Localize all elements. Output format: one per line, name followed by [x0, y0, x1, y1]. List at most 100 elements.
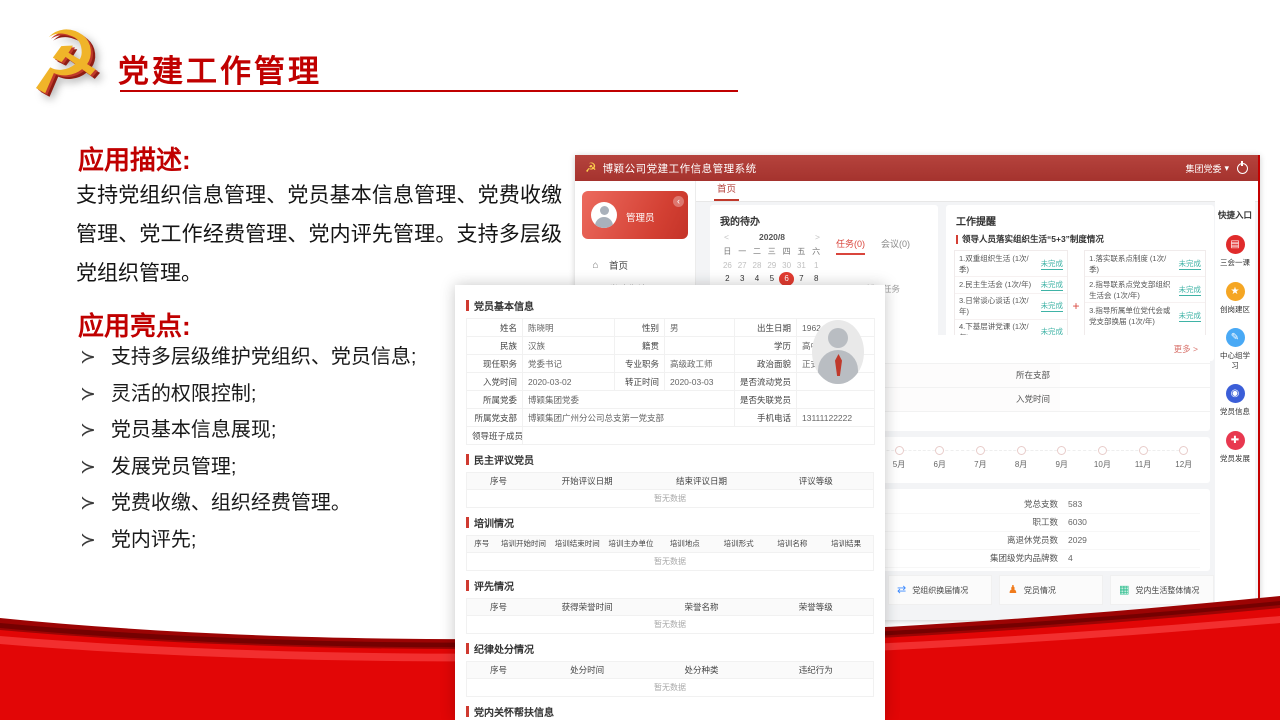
highlight-item: ≻ 党费收缴、组织经费管理。: [80, 492, 510, 515]
statistic-value: 2029: [1068, 532, 1087, 549]
statistic-label: 集团级党内品牌数: [960, 550, 1068, 567]
basic-info-title-text: 党员基本信息: [474, 298, 534, 313]
calendar-next-button[interactable]: >: [815, 232, 820, 242]
timeline-month-label: 8月: [1001, 459, 1042, 470]
tab-meetings[interactable]: 会议(0): [881, 237, 910, 255]
quick-entry-title: 快捷入口: [1215, 200, 1255, 221]
reminder-item-status[interactable]: 未完成: [1179, 310, 1202, 322]
calendar-day-current[interactable]: 5: [764, 272, 779, 286]
page-title: 党建工作管理: [118, 46, 322, 91]
reminder-item-status[interactable]: 未完成: [1179, 284, 1202, 296]
statistic-value: 4: [1068, 550, 1073, 567]
quick-entry-label: 党员信息: [1220, 407, 1250, 417]
table-col-header: 培训结束时间: [550, 536, 604, 552]
table-col-header: 开始评议日期: [530, 473, 644, 489]
calendar-day-current[interactable]: 4: [750, 272, 765, 286]
reminder-item-status[interactable]: 未完成: [1041, 258, 1064, 270]
calendar-dow: 一: [735, 245, 750, 259]
quick-entry-item[interactable]: ★ 创岗建区: [1217, 282, 1253, 315]
quick-entry-item[interactable]: ▤ 三会一课: [1217, 235, 1253, 268]
sidebar-menu-item[interactable]: ⌂ 首页: [590, 253, 691, 277]
timeline-dot-icon: [1139, 446, 1148, 455]
table-col-header: 培训地点: [658, 536, 712, 552]
quick-entry-icon: ▤: [1226, 235, 1245, 254]
empty-data-text: 暂无数据: [466, 490, 874, 508]
reminder-item: 3.指导所属单位党代会或党支部换届 (1次/年) 未完成: [1085, 303, 1205, 328]
reminder-item-label: 2.指导联系点党支部组织生活会 (1次/年): [1089, 279, 1175, 301]
empty-data-text: 暂无数据: [466, 679, 874, 697]
calendar-day-current[interactable]: 7: [794, 272, 809, 286]
tab-tasks[interactable]: 任务(0): [836, 237, 865, 255]
reminder-item: 1.双重组织生活 (1次/季) 未完成: [955, 251, 1067, 277]
calendar-day-current[interactable]: 8: [809, 272, 824, 286]
calendar-day-current[interactable]: 2: [720, 272, 735, 286]
field-value: 博颖集团广州分公司总支第一党支部: [523, 409, 735, 427]
slide: ☭ 党建工作管理 应用描述: 支持党组织信息管理、党员基本信息管理、党费收缴管理…: [0, 0, 1280, 720]
calendar-day[interactable]: 31: [794, 259, 809, 273]
calendar-day[interactable]: 27: [735, 259, 750, 273]
reminder-item-status[interactable]: 未完成: [1041, 279, 1064, 291]
quick-entry-icon: ✚: [1226, 431, 1245, 450]
bullet-arrow-icon: ≻: [80, 383, 96, 406]
timeline-dot-icon: [1057, 446, 1066, 455]
app-title: 博颖公司党建工作信息管理系统: [603, 161, 757, 176]
quick-entry-item[interactable]: ◉ 党员信息: [1217, 384, 1253, 417]
calendar-day-current[interactable]: 6: [779, 272, 794, 286]
highlight-text: 发展党员管理;: [111, 456, 237, 479]
table-col-header: 培训开始时间: [497, 536, 551, 552]
field-label: 所属党委: [467, 391, 523, 409]
table-header: 序号获得荣誉时间荣誉名称荣誉等级: [466, 598, 874, 616]
section-title: 党内关怀帮扶信息: [474, 704, 554, 719]
calendar-week2: 2345678: [720, 272, 824, 286]
more-link[interactable]: 更多 >: [1174, 343, 1198, 355]
calendar-dow: 二: [750, 245, 765, 259]
reminder-item-status[interactable]: 未完成: [1179, 258, 1202, 270]
reminder-item-label: 2.民主生活会 (1次/年): [959, 279, 1031, 290]
user-menu[interactable]: 集团党委 ▾: [1185, 162, 1229, 175]
timeline-dot-icon: [895, 446, 904, 455]
calendar-day-current[interactable]: 3: [735, 272, 750, 286]
highlight-item: ≻ 发展党员管理;: [80, 456, 510, 479]
section-discipline: 纪律处分情况 序号处分时间处分种类违纪行为 暂无数据: [466, 641, 874, 697]
sidebar-collapse-button[interactable]: ‹: [673, 196, 684, 207]
member-detail-screenshot: 党员基本信息 姓名 陈晓明 性别 男 出生日期 1962-06-09 民族 汉族…: [455, 285, 885, 720]
field-label: 入党时间: [467, 373, 523, 391]
reminder-item: 2.民主生活会 (1次/年) 未完成: [955, 277, 1067, 294]
reminder-item: 2.指导联系点党支部组织生活会 (1次/年) 未完成: [1085, 277, 1205, 303]
bullet-arrow-icon: ≻: [80, 529, 96, 552]
reminder-subtitle: 领导人员落实组织生活“5+3”制度情况: [956, 233, 1204, 245]
field-value: 2020-03-02: [523, 373, 615, 391]
field-label: 是否失联党员: [735, 391, 797, 409]
quick-entry-icon: ✎: [1226, 328, 1245, 347]
highlight-text: 党员基本信息展现;: [111, 419, 277, 442]
field-label: 出生日期: [735, 319, 797, 337]
calendar-day[interactable]: 26: [720, 259, 735, 273]
calendar-day[interactable]: 30: [779, 259, 794, 273]
field-label: 专业职务: [615, 355, 665, 373]
calendar-dow: 六: [809, 245, 824, 259]
quick-entry-rail: 快捷入口 ▤ 三会一课 ★ 创岗建区 ✎ 中心组学习 ◉ 党员信息 ✚: [1215, 200, 1255, 620]
avatar: [591, 202, 617, 228]
field-label: 民族: [467, 337, 523, 355]
chevron-down-icon: ▾: [1224, 163, 1229, 174]
calendar-day[interactable]: 1: [809, 259, 824, 273]
calendar-prev-button[interactable]: <: [724, 232, 729, 242]
field-value: 高级政工师: [665, 355, 735, 373]
calendar-day[interactable]: 29: [764, 259, 779, 273]
quick-entry-item[interactable]: ✚ 党员发展: [1217, 431, 1253, 464]
quick-entry-item[interactable]: ✎ 中心组学习: [1217, 328, 1253, 370]
quick-entry-label: 中心组学习: [1217, 351, 1253, 370]
tie-graphic: [835, 354, 842, 376]
reminder-item-status[interactable]: 未完成: [1041, 300, 1064, 312]
calendar-day[interactable]: 28: [750, 259, 765, 273]
calendar-month: 2020/8: [759, 232, 785, 242]
party-emblem-logo: ☭: [5, 5, 123, 120]
tab-home[interactable]: 首页: [714, 181, 739, 201]
statistic-label: 党总支数: [960, 496, 1068, 513]
table-col-header: 培训结果: [819, 536, 873, 552]
highlights-list: ≻ 支持多层级维护党组织、党员信息; ≻ 灵活的权限控制; ≻ 党员基本信息展现…: [80, 346, 510, 565]
table-col-header: 结束评议日期: [644, 473, 758, 489]
power-icon[interactable]: [1237, 163, 1248, 174]
timeline-month-label: 10月: [1082, 459, 1123, 470]
quick-entry-label: 创岗建区: [1220, 305, 1250, 315]
